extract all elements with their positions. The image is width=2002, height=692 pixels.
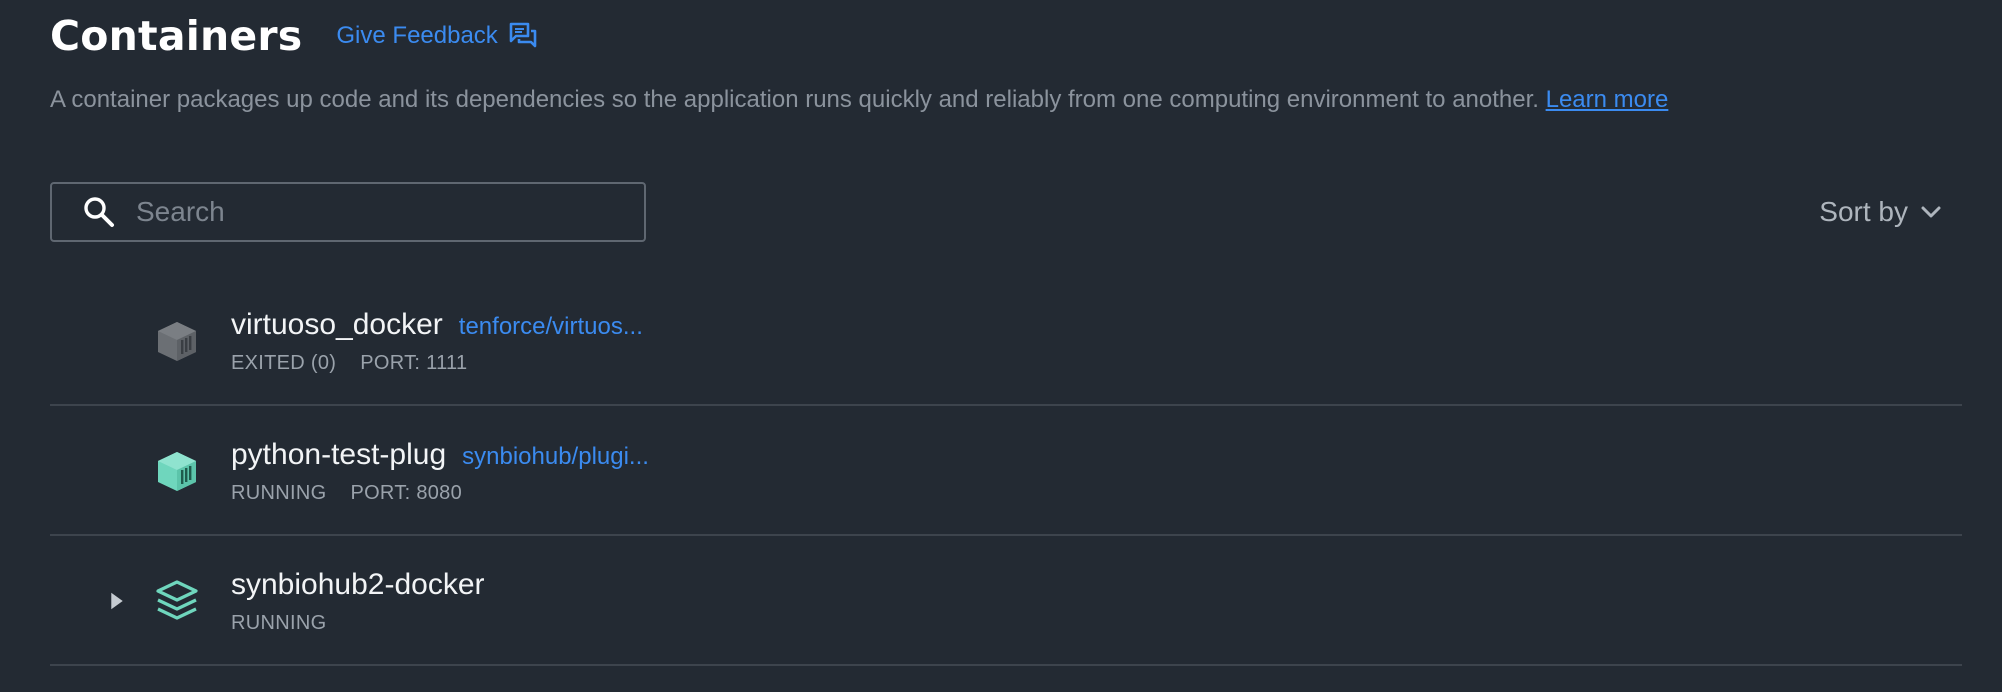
container-name: synbiohub2-docker [231, 568, 485, 601]
container-name-line: python-test-plug synbiohub/plugi... [231, 438, 649, 472]
container-name: python-test-plug [231, 438, 447, 471]
container-name-line: synbiohub2-docker [231, 568, 485, 602]
container-port: PORT: 8080 [350, 482, 463, 504]
container-meta: RUNNING PORT: 8080 [231, 482, 462, 505]
page-header: Containers Give Feedback [50, 12, 538, 60]
container-meta: EXITED (0) PORT: 1111 [231, 352, 467, 375]
search-icon [82, 195, 116, 229]
container-row[interactable]: synbiohub2-docker RUNNING [50, 536, 1962, 666]
container-status: RUNNING [231, 612, 327, 634]
search-box [50, 182, 646, 242]
container-running-icon [158, 452, 196, 491]
sort-by-label: Sort by [1819, 196, 1908, 227]
search-input[interactable] [134, 195, 618, 229]
container-name: virtuoso_docker [231, 308, 443, 341]
give-feedback-label: Give Feedback [336, 22, 498, 49]
compose-stack-icon [156, 580, 198, 620]
container-meta: RUNNING [231, 612, 326, 635]
container-status: EXITED (0) [231, 352, 337, 374]
container-exited-icon [158, 322, 196, 361]
container-row[interactable]: python-test-plug synbiohub/plugi... RUNN… [50, 406, 1962, 536]
chevron-down-icon [1921, 206, 1941, 218]
container-name-line: virtuoso_docker tenforce/virtuos... [231, 308, 643, 342]
page-title: Containers [50, 12, 303, 60]
container-image-link[interactable]: tenforce/virtuos... [459, 313, 643, 341]
sort-by-dropdown[interactable]: Sort by [1819, 196, 1942, 228]
container-list: virtuoso_docker tenforce/virtuos... EXIT… [50, 276, 1962, 666]
give-feedback-link[interactable]: Give Feedback [336, 21, 537, 51]
page-description: A container packages up code and its dep… [50, 86, 1668, 114]
expand-caret-icon[interactable] [106, 586, 128, 616]
container-status: RUNNING [231, 482, 327, 504]
learn-more-link[interactable]: Learn more [1546, 86, 1669, 113]
feedback-chat-icon [509, 22, 537, 48]
containers-page: Containers Give Feedback A container pac… [0, 0, 2002, 692]
description-text: A container packages up code and its dep… [50, 86, 1539, 113]
container-image-link[interactable]: synbiohub/plugi... [462, 443, 649, 471]
container-row[interactable]: virtuoso_docker tenforce/virtuos... EXIT… [50, 276, 1962, 406]
container-port: PORT: 1111 [360, 352, 468, 374]
